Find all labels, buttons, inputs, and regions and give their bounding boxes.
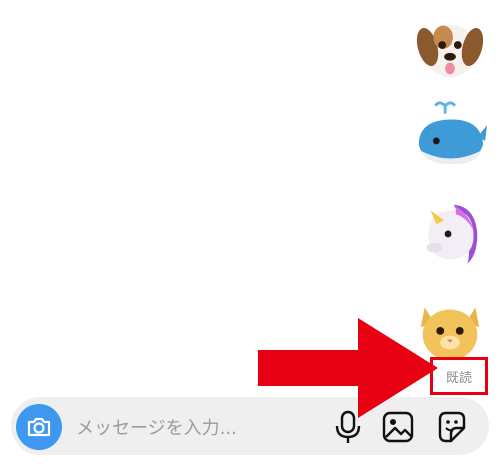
sticker-button[interactable] bbox=[436, 410, 468, 444]
camera-icon bbox=[27, 417, 51, 437]
camera-button[interactable] bbox=[16, 404, 62, 450]
message-input[interactable]: メッセージを入力... bbox=[76, 414, 237, 440]
read-receipt-label: 既読 bbox=[445, 370, 472, 386]
unicorn-animoji-icon[interactable] bbox=[411, 193, 489, 271]
dog-animoji-icon[interactable] bbox=[411, 8, 489, 86]
annotation-arrow-icon bbox=[258, 318, 438, 418]
whale-animoji-icon[interactable] bbox=[411, 98, 489, 176]
sticker-icon bbox=[438, 411, 466, 443]
read-receipt-highlight: 既読 bbox=[430, 357, 488, 395]
